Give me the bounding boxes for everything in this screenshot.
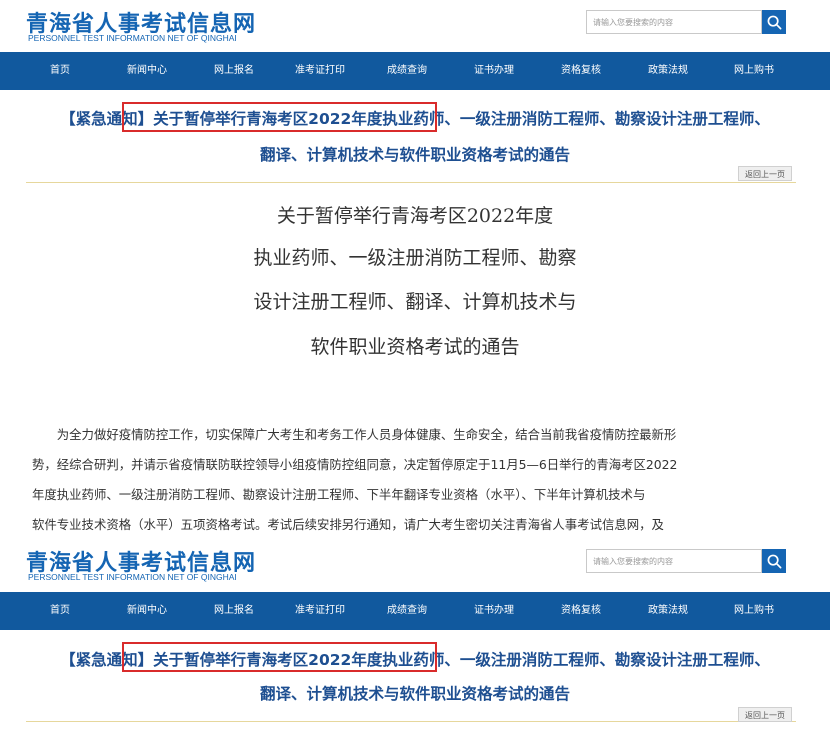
nav-item-qualification-review[interactable]: 资格复核 <box>561 592 601 630</box>
nav-item-qualification-review[interactable]: 资格复核 <box>561 52 601 90</box>
nav-item-home[interactable]: 首页 <box>50 52 70 90</box>
doc-title-line: 关于暂停举行青海考区2022年度 <box>276 205 554 227</box>
doc-body-line: 势，经综合研判，并请示省疫情联防联控领导小组疫情防控组同意，决定暂停原定于11月… <box>32 457 678 472</box>
nav-item-bookstore[interactable]: 网上购书 <box>734 52 774 90</box>
article-headline-line2: 翻译、计算机技术与软件职业资格考试的通告 <box>259 685 570 703</box>
back-button[interactable]: 返回上一页 <box>738 166 792 181</box>
search-icon <box>767 15 781 29</box>
nav-item-home[interactable]: 首页 <box>50 592 70 630</box>
search-box <box>586 10 786 34</box>
search-input[interactable] <box>586 10 762 34</box>
main-nav: 首页 新闻中心 网上报名 准考证打印 成绩查询 证书办理 资格复核 政策法规 网… <box>0 592 830 630</box>
search-box <box>586 549 786 573</box>
nav-item-news[interactable]: 新闻中心 <box>127 52 167 90</box>
search-icon <box>767 554 781 568</box>
highlight-box <box>122 102 437 132</box>
site-header: 青海省人事考试信息网 PERSONNEL TEST INFORMATION NE… <box>0 539 830 591</box>
nav-item-registration[interactable]: 网上报名 <box>214 52 254 90</box>
site-header: 青海省人事考试信息网 PERSONNEL TEST INFORMATION NE… <box>0 0 830 52</box>
divider <box>26 721 796 722</box>
search-input[interactable] <box>586 549 762 573</box>
doc-body-line: 年度执业药师、一级注册消防工程师、勘察设计注册工程师、下半年翻译专业资格（水平）… <box>32 487 646 502</box>
doc-title-line: 执业药师、一级注册消防工程师、勘察 <box>253 247 577 269</box>
search-button[interactable] <box>762 549 786 573</box>
main-nav: 首页 新闻中心 网上报名 准考证打印 成绩查询 证书办理 资格复核 政策法规 网… <box>0 52 830 90</box>
back-button[interactable]: 返回上一页 <box>738 707 792 722</box>
nav-item-policy[interactable]: 政策法规 <box>648 592 688 630</box>
nav-item-certificate[interactable]: 证书办理 <box>474 52 514 90</box>
doc-body-line: 软件专业技术资格（水平）五项资格考试。考试后续安排另行通知，请广大考生密切关注青… <box>32 517 664 532</box>
article-headline-line2: 翻译、计算机技术与软件职业资格考试的通告 <box>259 146 570 164</box>
highlight-box <box>122 642 437 672</box>
doc-body-line: 为全力做好疫情防控工作，切实保障广大考生和考务工作人员身体健康、生命安全，结合当… <box>32 427 677 442</box>
divider <box>26 182 796 183</box>
nav-item-certificate[interactable]: 证书办理 <box>474 592 514 630</box>
nav-item-registration[interactable]: 网上报名 <box>214 592 254 630</box>
nav-item-bookstore[interactable]: 网上购书 <box>734 592 774 630</box>
site-logo-subtitle: PERSONNEL TEST INFORMATION NET OF QINGHA… <box>28 572 237 582</box>
nav-item-admission-ticket[interactable]: 准考证打印 <box>295 592 345 630</box>
site-logo-subtitle: PERSONNEL TEST INFORMATION NET OF QINGHA… <box>28 33 237 43</box>
nav-item-score-query[interactable]: 成绩查询 <box>387 52 427 90</box>
nav-item-news[interactable]: 新闻中心 <box>127 592 167 630</box>
doc-body-paragraph: 为全力做好疫情防控工作，切实保障广大考生和考务工作人员身体健康、生命安全，结合当… <box>32 420 802 540</box>
doc-title-line: 软件职业资格考试的通告 <box>310 336 520 358</box>
search-button[interactable] <box>762 10 786 34</box>
nav-item-admission-ticket[interactable]: 准考证打印 <box>295 52 345 90</box>
nav-item-policy[interactable]: 政策法规 <box>648 52 688 90</box>
nav-item-score-query[interactable]: 成绩查询 <box>387 592 427 630</box>
doc-title-line: 设计注册工程师、翻译、计算机技术与 <box>253 291 577 313</box>
